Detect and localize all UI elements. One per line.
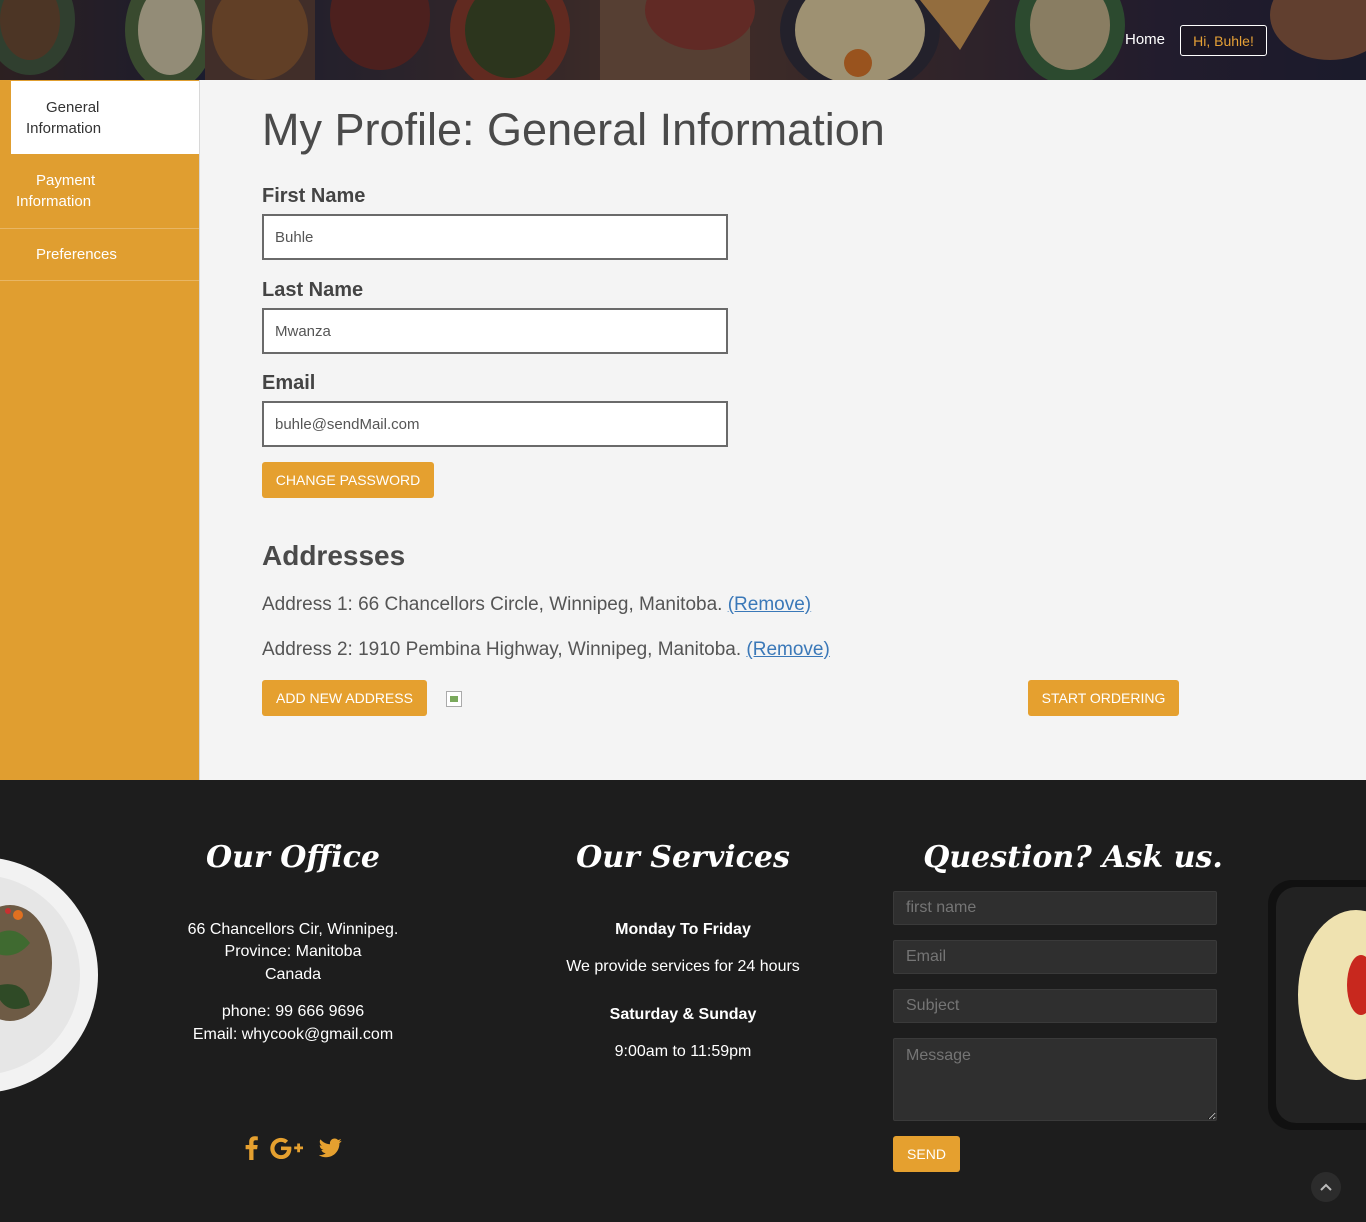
sidebar-item-label: Preferences [36,246,117,263]
first-name-label: First Name [262,185,366,207]
address-item: Address 1: 66 Chancellors Circle, Winnip… [262,594,811,616]
add-new-address-button[interactable]: ADD NEW ADDRESS [262,680,427,716]
office-address-line: Canada [264,966,322,983]
weekday-text: We provide services for 24 hours [566,958,800,975]
header-banner: Home Hi, Buhle! [0,0,1366,80]
start-ordering-button[interactable]: START ORDERING [1028,680,1179,716]
site-footer: Our Office 66 Chancellors Cir, Winnipeg.… [0,780,1366,1222]
change-password-button[interactable]: CHANGE PASSWORD [262,462,434,498]
first-name-field[interactable] [262,214,728,260]
google-plus-icon[interactable] [270,1137,306,1159]
sidebar-item-label: Information [16,193,92,210]
profile-sidebar: General Information Payment Information … [0,80,200,780]
sidebar-item-label: Payment [36,172,96,189]
address-text: Address 1: 66 Chancellors Circle, Winnip… [262,594,723,615]
user-greeting-button[interactable]: Hi, Buhle! [1180,25,1267,56]
spaghetti-plate-image [1268,880,1366,1130]
weekend-text: 9:00am to 11:59pm [614,1043,752,1060]
chevron-up-icon [1320,1183,1332,1191]
sidebar-item-general-information[interactable]: General Information [11,81,199,154]
office-heading: Our Office [206,840,380,875]
office-address-line: Province: Manitoba [224,943,362,960]
office-address-line: 66 Chancellors Cir, Winnipeg. [187,921,399,938]
weekday-title: Monday To Friday [615,921,751,938]
scroll-to-top-button[interactable] [1311,1172,1341,1202]
remove-address-link[interactable]: (Remove) [746,639,829,660]
sidebar-item-label: General [46,99,100,116]
sidebar-item-payment-information[interactable]: Payment Information [0,154,199,229]
twitter-icon[interactable] [319,1138,342,1158]
office-phone: phone: 99 666 9696 [221,1003,365,1020]
address-text: Address 2: 1910 Pembina Highway, Winnipe… [262,639,742,660]
subject-input[interactable] [893,989,1217,1023]
last-name-label: Last Name [262,279,364,301]
message-textarea[interactable] [893,1038,1217,1121]
facebook-icon[interactable] [243,1136,259,1160]
broken-image-icon [446,691,462,707]
send-button[interactable]: SEND [893,1136,960,1172]
remove-address-link[interactable]: (Remove) [728,594,811,615]
sidebar-item-preferences[interactable]: Preferences [0,229,199,281]
sidebar-item-label: Information [26,120,102,137]
email-label: Email [262,372,316,394]
office-email: Email: whycook@gmail.com [192,1026,394,1043]
addresses-heading: Addresses [262,540,406,571]
contact-heading: Question? Ask us. [923,840,1223,875]
first-name-input[interactable] [893,891,1217,925]
email-field[interactable] [262,401,728,447]
noodle-plate-image [0,858,98,1092]
last-name-field[interactable] [262,308,728,354]
email-input[interactable] [893,940,1217,974]
address-item: Address 2: 1910 Pembina Highway, Winnipe… [262,639,830,661]
profile-main: My Profile: General Information First Na… [200,80,1366,780]
services-heading: Our Services [576,840,790,875]
weekend-title: Saturday & Sunday [609,1006,757,1023]
nav-home-link[interactable]: Home [1125,31,1165,48]
page-title: My Profile: General Information [262,104,885,155]
